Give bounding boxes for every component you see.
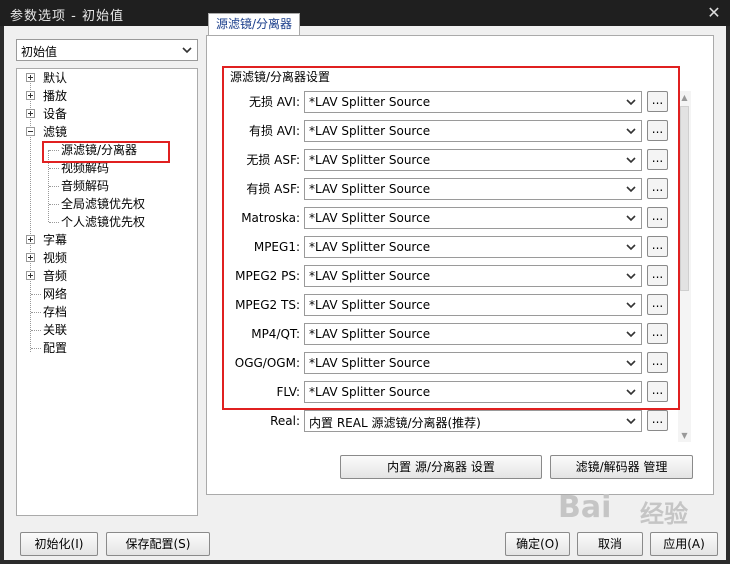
tree-item-network[interactable]: 网络 — [43, 285, 67, 303]
tree-item-label: 关联 — [43, 323, 68, 337]
reset-button[interactable]: 初始化(I) — [20, 532, 98, 556]
splitter-select-value: 内置 REAL 源滤镜/分离器(推荐) — [309, 416, 481, 430]
settings-tree[interactable]: 默认 播放 设备 滤镜 源滤镜/分离器 视频解码 音频解码 全局滤镜优先权 个人… — [16, 68, 198, 516]
tree-item-label: 滤镜 — [43, 125, 68, 139]
tree-highlight-box — [42, 141, 170, 163]
tree-item-personal-filter-priority[interactable]: 个人滤镜优先权 — [61, 213, 145, 231]
tree-connector — [30, 78, 31, 352]
window-title: 参数选项 - 初始值 — [10, 9, 124, 24]
tree-connector — [31, 330, 41, 331]
filter-decoder-manager-button[interactable]: 滤镜/解码器 管理 — [550, 455, 693, 479]
tree-item-label: 视频 — [43, 251, 68, 265]
tree-item-config[interactable]: 配置 — [43, 339, 67, 357]
expand-plus-icon[interactable] — [26, 109, 35, 118]
tree-item-label: 配置 — [43, 341, 68, 355]
cancel-button[interactable]: 取消 — [577, 532, 643, 556]
tree-connector — [49, 186, 59, 187]
expand-plus-icon[interactable] — [26, 73, 35, 82]
expand-plus-icon[interactable] — [26, 235, 35, 244]
builtin-splitter-settings-button[interactable]: 内置 源/分离器 设置 — [340, 455, 542, 479]
tab-source-splitter[interactable]: 源滤镜/分离器 — [208, 13, 300, 35]
expand-plus-icon[interactable] — [26, 271, 35, 280]
tree-item-label: 视频解码 — [61, 161, 110, 175]
tree-connector — [49, 204, 59, 205]
tree-connector — [49, 168, 59, 169]
watermark-logo-2: 经验 — [640, 500, 688, 528]
group-highlight-box — [222, 66, 680, 410]
tree-item-label: 存档 — [43, 305, 68, 319]
tree-item-label: 音频 — [43, 269, 68, 283]
chevron-down-icon — [180, 43, 194, 57]
expand-plus-icon[interactable] — [26, 253, 35, 262]
tree-item-association[interactable]: 关联 — [43, 321, 67, 339]
apply-button[interactable]: 应用(A) — [650, 532, 718, 556]
save-config-button[interactable]: 保存配置(S) — [106, 532, 210, 556]
preferences-window: 参数选项 - 初始值 ✕ 初始值 默认 播放 设备 滤镜 源滤镜/分离器 视频解… — [0, 0, 730, 564]
tree-connector — [31, 312, 41, 313]
tree-connector — [49, 222, 59, 223]
tree-item-archive[interactable]: 存档 — [43, 303, 67, 321]
tree-item-label: 字幕 — [43, 233, 68, 247]
tree-item-label: 网络 — [43, 287, 68, 301]
browse-button[interactable]: ... — [647, 410, 668, 431]
tree-item-audio-decoder[interactable]: 音频解码 — [61, 177, 109, 195]
title-bar[interactable]: 参数选项 - 初始值 ✕ — [0, 0, 730, 26]
expand-plus-icon[interactable] — [26, 91, 35, 100]
tree-item-label: 默认 — [43, 71, 68, 85]
splitter-select[interactable]: 内置 REAL 源滤镜/分离器(推荐) — [304, 410, 642, 432]
tree-item-label: 全局滤镜优先权 — [61, 197, 146, 211]
ok-button[interactable]: 确定(O) — [505, 532, 570, 556]
close-icon[interactable]: ✕ — [704, 3, 724, 23]
row-label: Real: — [270, 414, 300, 428]
tree-item-global-filter-priority[interactable]: 全局滤镜优先权 — [61, 195, 145, 213]
profile-select-value: 初始值 — [21, 45, 58, 59]
tree-item-label: 音频解码 — [61, 179, 110, 193]
watermark-logo: Bai — [558, 490, 612, 525]
tree-item-label: 设备 — [43, 107, 68, 121]
profile-select[interactable]: 初始值 — [16, 39, 198, 61]
tree-item-label: 个人滤镜优先权 — [61, 215, 146, 229]
tree-connector — [31, 294, 41, 295]
tree-item-label: 播放 — [43, 89, 68, 103]
scroll-thumb[interactable] — [680, 106, 689, 291]
scroll-down-icon[interactable]: ▼ — [678, 429, 691, 442]
collapse-minus-icon[interactable] — [26, 127, 35, 136]
tree-connector — [31, 348, 41, 349]
chevron-down-icon — [624, 414, 638, 428]
